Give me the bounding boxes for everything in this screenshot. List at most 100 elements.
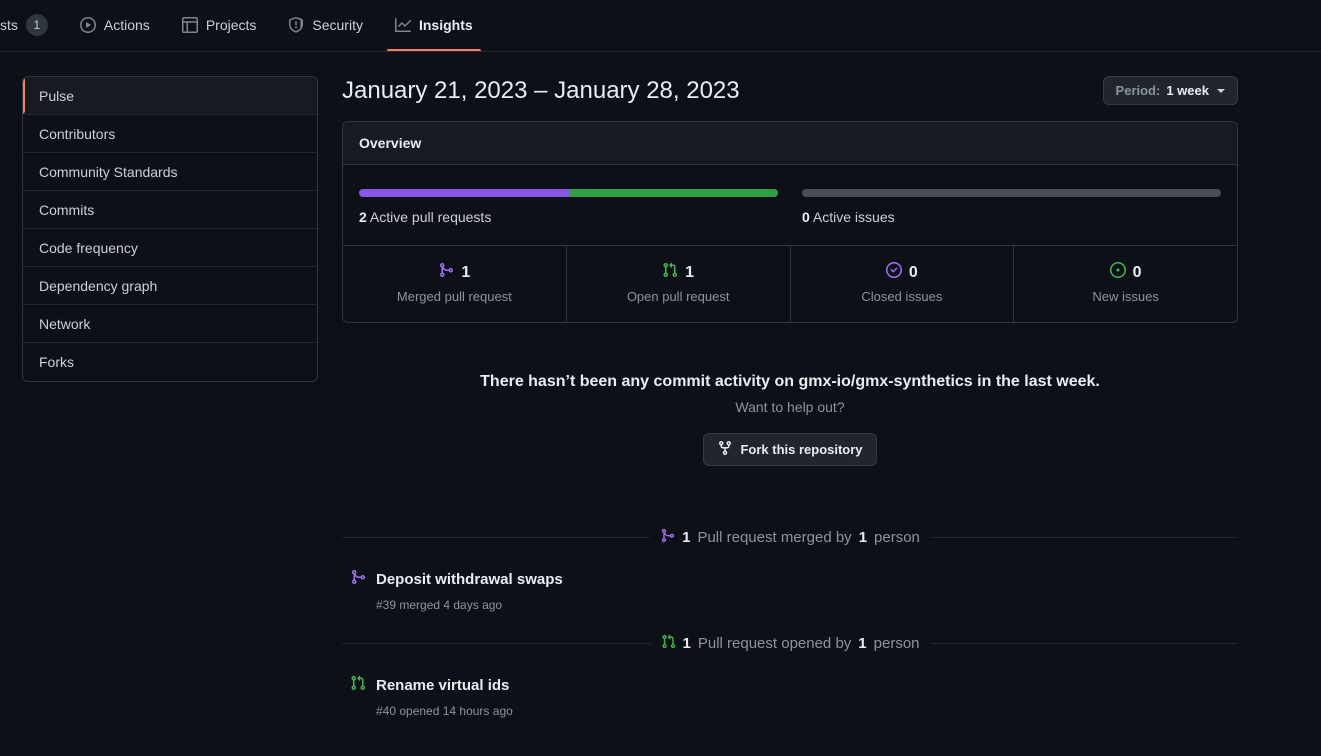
section-heading: 1 Pull request merged by 1 person	[660, 528, 920, 547]
git-pull-request-icon	[350, 675, 366, 696]
blankslate-subtitle: Want to help out?	[342, 399, 1238, 415]
play-circle-icon	[80, 17, 96, 33]
section-people-count: 1	[858, 635, 866, 652]
pull-requests-bar	[359, 189, 778, 197]
sidebar-item-dependency-graph[interactable]: Dependency graph	[23, 267, 317, 305]
list-item[interactable]: Rename virtual ids #40 opened 14 hours a…	[342, 653, 1238, 718]
nav-item-security[interactable]: Security	[272, 0, 379, 51]
sidebar-item-label: Pulse	[39, 88, 74, 104]
section-count: 1	[683, 635, 691, 652]
nav-item-label: Insights	[419, 17, 473, 33]
repo-nav-bar: sts 1 Actions Projects Security In	[0, 0, 1321, 52]
stat-open-pull-request[interactable]: 1 Open pull request	[566, 246, 790, 322]
git-pull-request-icon	[661, 634, 676, 653]
sidebar-item-commits[interactable]: Commits	[23, 191, 317, 229]
stat-label: Open pull request	[575, 289, 782, 304]
stat-value: 1	[685, 264, 694, 282]
stat-value: 1	[461, 264, 470, 282]
pull-request-title[interactable]: Rename virtual ids	[376, 677, 509, 694]
stat-label: Merged pull request	[351, 289, 558, 304]
active-issues-block: 0 Active issues	[802, 189, 1221, 225]
sidebar-item-label: Commits	[39, 202, 94, 218]
sidebar-item-label: Forks	[39, 354, 74, 370]
stat-new-issues[interactable]: 0 New issues	[1013, 246, 1237, 322]
period-value: 1 week	[1166, 83, 1209, 98]
nav-item-label: sts	[0, 17, 18, 33]
active-issues-count: 0	[802, 209, 810, 225]
sidebar-item-community-standards[interactable]: Community Standards	[23, 153, 317, 191]
stat-value-row: 0	[1022, 262, 1229, 283]
issue-opened-icon	[1110, 262, 1126, 283]
blankslate-title: There hasn’t been any commit activity on…	[342, 373, 1238, 391]
overview-card-title: Overview	[343, 122, 1237, 165]
merged-pull-requests-section: 1 Pull request merged by 1 person Deposi…	[342, 528, 1238, 612]
period-dropdown-button[interactable]: Period: 1 week	[1103, 76, 1238, 105]
section-heading: 1 Pull request opened by 1 person	[661, 634, 920, 653]
git-merge-icon	[438, 262, 454, 283]
section-count: 1	[682, 529, 690, 546]
sidebar-item-label: Community Standards	[39, 164, 178, 180]
section-divider: 1 Pull request opened by 1 person	[342, 634, 1238, 653]
period-label: Period:	[1116, 83, 1161, 98]
sidebar-item-label: Contributors	[39, 126, 115, 142]
nav-item-label: Projects	[206, 17, 257, 33]
sidebar-item-code-frequency[interactable]: Code frequency	[23, 229, 317, 267]
fork-repository-button[interactable]: Fork this repository	[703, 433, 876, 466]
issues-bar	[802, 189, 1221, 197]
stat-value-row: 0	[799, 262, 1006, 283]
pull-request-meta: #39 merged 4 days ago	[376, 598, 1238, 612]
no-commit-activity-blankslate: There hasn’t been any commit activity on…	[342, 323, 1238, 506]
nav-item-label: Security	[312, 17, 363, 33]
sidebar-item-network[interactable]: Network	[23, 305, 317, 343]
overview-card: Overview 2 Active pull requests 0	[342, 121, 1238, 323]
overview-stats-row: 1 Merged pull request 1 Open pull reques…	[343, 245, 1237, 322]
sidebar-item-label: Dependency graph	[39, 278, 157, 294]
pull-request-title[interactable]: Deposit withdrawal swaps	[376, 571, 563, 588]
table-icon	[182, 17, 198, 33]
pull-request-meta: #40 opened 14 hours ago	[376, 704, 1238, 718]
list-item[interactable]: Deposit withdrawal swaps #39 merged 4 da…	[342, 547, 1238, 612]
stat-label: New issues	[1022, 289, 1229, 304]
nav-item-pull-requests[interactable]: sts 1	[0, 0, 64, 51]
stat-value: 0	[1133, 264, 1142, 282]
nav-item-projects[interactable]: Projects	[166, 0, 273, 51]
nav-item-actions[interactable]: Actions	[64, 0, 166, 51]
active-pull-requests-label: 2 Active pull requests	[359, 209, 778, 225]
chevron-down-icon	[1217, 89, 1225, 93]
active-issues-text: Active issues	[813, 209, 895, 225]
sidebar-item-forks[interactable]: Forks	[23, 343, 317, 381]
active-pull-requests-count: 2	[359, 209, 367, 225]
open-bar-segment	[569, 189, 779, 197]
section-heading-tail: person	[874, 529, 920, 546]
active-pull-requests-block: 2 Active pull requests	[359, 189, 778, 225]
sidebar-item-label: Network	[39, 316, 90, 332]
sidebar-item-contributors[interactable]: Contributors	[23, 115, 317, 153]
sidebar-item-pulse[interactable]: Pulse	[23, 77, 317, 115]
pull-request-title-row: Rename virtual ids	[350, 675, 1238, 696]
nav-item-insights[interactable]: Insights	[379, 0, 489, 51]
stat-label: Closed issues	[799, 289, 1006, 304]
section-heading-tail: person	[874, 635, 920, 652]
stat-merged-pull-request[interactable]: 1 Merged pull request	[343, 246, 566, 322]
stat-value: 0	[909, 264, 918, 282]
stat-closed-issues[interactable]: 0 Closed issues	[790, 246, 1014, 322]
sidebar-item-label: Code frequency	[39, 240, 138, 256]
section-heading-text: Pull request opened by	[698, 635, 851, 652]
page-header: January 21, 2023 – January 28, 2023 Peri…	[342, 76, 1238, 121]
pull-requests-counter: 1	[26, 14, 48, 36]
section-divider: 1 Pull request merged by 1 person	[342, 528, 1238, 547]
nav-item-label: Actions	[104, 17, 150, 33]
section-people-count: 1	[859, 529, 867, 546]
section-heading-text: Pull request merged by	[697, 529, 851, 546]
pull-request-title-row: Deposit withdrawal swaps	[350, 569, 1238, 590]
shield-icon	[288, 17, 304, 33]
page-body: Pulse Contributors Community Standards C…	[0, 52, 1321, 718]
main-content: January 21, 2023 – January 28, 2023 Peri…	[318, 76, 1321, 718]
stat-value-row: 1	[575, 262, 782, 283]
insights-sidebar: Pulse Contributors Community Standards C…	[22, 76, 318, 382]
graph-icon	[395, 17, 411, 33]
git-pull-request-icon	[662, 262, 678, 283]
overview-bars-row: 2 Active pull requests 0 Active issues	[343, 165, 1237, 245]
active-pull-requests-text: Active pull requests	[370, 209, 491, 225]
git-merge-icon	[350, 569, 366, 590]
